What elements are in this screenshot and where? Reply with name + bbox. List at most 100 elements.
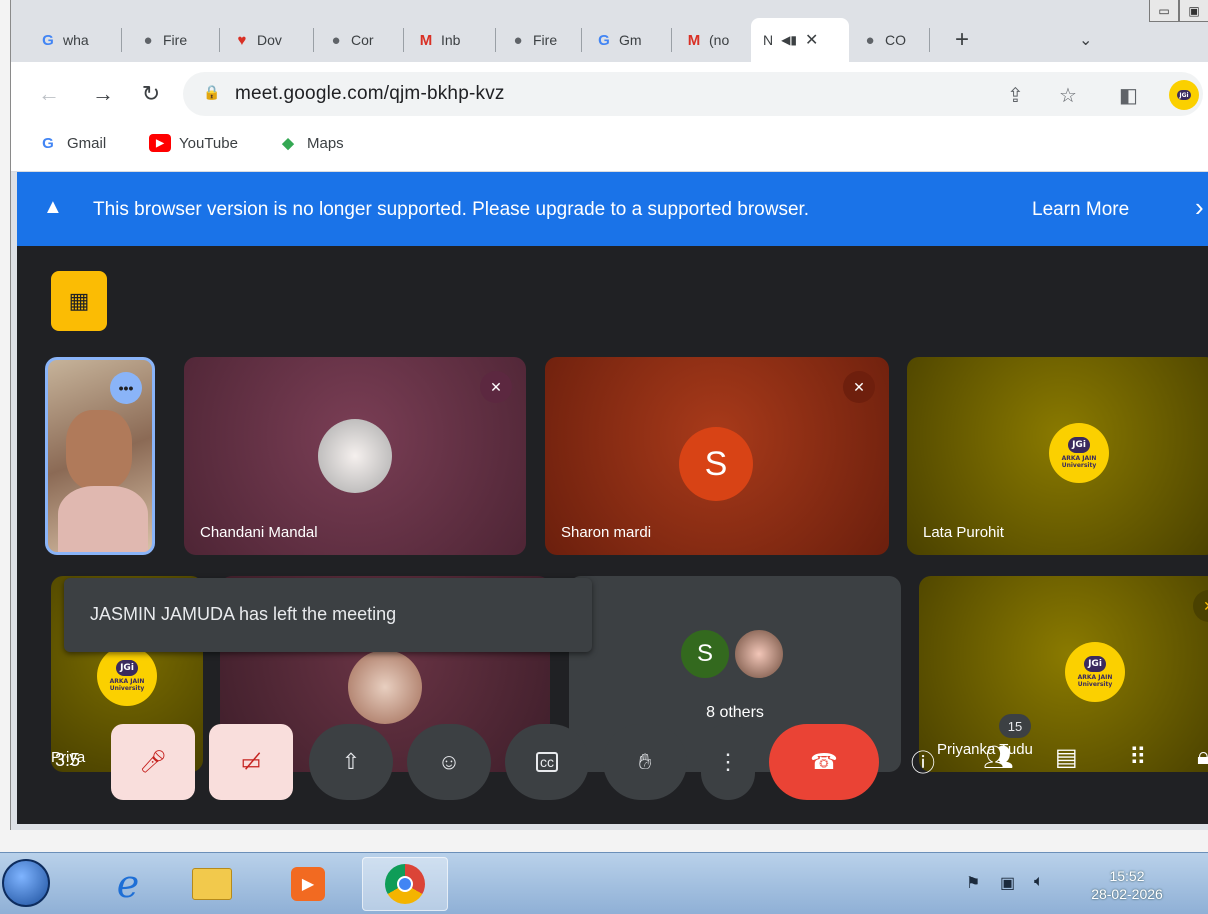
lock-icon: 🔒	[203, 84, 221, 100]
clock-time: 15:52	[1109, 868, 1145, 884]
google-icon: G	[42, 134, 54, 152]
tab-3[interactable]: ♥ Dov	[225, 18, 282, 62]
back-arrow-icon[interactable]: ←	[31, 76, 67, 112]
action-center-flag-icon[interactable]: ⚑	[966, 873, 980, 893]
tab-2[interactable]: ● Fire	[131, 18, 187, 62]
tab-meet-active[interactable]: N ◀▮ ✕	[751, 18, 849, 62]
chat-icon[interactable]: ▤	[1055, 743, 1078, 772]
desktop: Gwha ● Fire ♥ Dov ● Cor M Inb ● Fire G Gm M (no…	[0, 0, 1208, 914]
tab-1[interactable]: Gwha	[31, 18, 89, 62]
people-icon[interactable]: 👥︎	[983, 743, 1013, 772]
learn-more-link[interactable]: Learn More	[1032, 199, 1129, 221]
activities-icon[interactable]: ⠿	[1129, 743, 1147, 772]
camera-off-icon: ▭̸	[240, 749, 262, 774]
jgi-logo-avatar: JGi ARKA JAIN University	[97, 646, 157, 706]
explorer-taskbar-button[interactable]	[174, 857, 250, 911]
captions-icon: cc	[536, 752, 558, 772]
hide-tiles-button[interactable]: ▦	[51, 271, 107, 331]
bookmark-star-icon[interactable]: ☆	[1059, 83, 1077, 108]
maps-icon: ◆	[282, 135, 294, 152]
raise-hand-icon: ✋︎	[638, 749, 652, 774]
media-taskbar-button[interactable]: ▶	[270, 857, 346, 911]
raise-hand-button[interactable]: ✋︎	[603, 724, 687, 800]
chrome-icon: ●	[143, 31, 153, 49]
tab-5[interactable]: M Inb	[409, 18, 461, 62]
mic-off-icon: ✕	[480, 371, 512, 403]
chevron-right-icon[interactable]: ›	[1195, 192, 1204, 223]
bookmark-maps[interactable]: ◆ Maps	[277, 134, 343, 153]
minimize-button[interactable]: ▭	[1149, 0, 1179, 22]
others-avatar-letter: S	[679, 628, 731, 680]
host-controls-icon[interactable]: 🔒︎	[1197, 743, 1208, 771]
windows-taskbar: e ▶ ⚑ ▣ 🔈︎ 15:52 28-02-2026	[0, 852, 1208, 914]
participant-avatar-photo	[348, 650, 422, 724]
leave-call-button[interactable]: ☎︎	[769, 724, 879, 800]
internet-explorer-taskbar-button[interactable]: e	[90, 857, 166, 911]
heart-icon: ♥	[237, 31, 247, 49]
participant-avatar-letter: S	[679, 427, 753, 501]
maximize-button[interactable]: ▣	[1179, 0, 1208, 22]
no-video-grid-icon: ▦	[68, 288, 90, 313]
close-tab-icon[interactable]: ✕	[805, 30, 818, 50]
bookmark-youtube[interactable]: ▶ YouTube	[149, 134, 238, 152]
unsupported-browser-banner: ▲ This browser version is no longer supp…	[17, 172, 1208, 246]
side-panel-icon[interactable]: ◧	[1119, 83, 1138, 108]
forward-arrow-icon[interactable]: →	[85, 76, 121, 112]
info-icon[interactable]: ⓘ	[911, 743, 935, 778]
speaker-icon: ◀▮	[781, 33, 797, 47]
google-icon: G	[42, 31, 54, 49]
tab-7[interactable]: G Gm	[587, 18, 641, 62]
tab-search-chevron-icon[interactable]: ⌄	[1071, 18, 1092, 62]
bookmarks-bar: G Gmail ▶ YouTube ◆ Maps	[11, 126, 1208, 172]
google-icon: G	[598, 31, 610, 49]
media-player-icon: ▶	[291, 867, 325, 901]
share-icon[interactable]: ⇪	[1007, 83, 1024, 108]
bookmark-gmail[interactable]: G Gmail	[37, 134, 106, 152]
participant-name: Chandani Mandal	[200, 524, 318, 541]
emoji-button[interactable]: ☺	[407, 724, 491, 800]
chrome-icon	[385, 864, 425, 904]
camera-toggle-button[interactable]: ▭̸	[209, 724, 293, 800]
youtube-icon: ▶	[149, 134, 171, 152]
people-count-badge: 15	[999, 714, 1031, 738]
window-controls: ▭ ▣	[1149, 0, 1208, 26]
tab-8[interactable]: M (no	[677, 18, 729, 62]
taskbar-clock[interactable]: 15:52 28-02-2026	[1082, 867, 1172, 903]
left-meeting-toast: JASMIN JAMUDA has left the meeting	[64, 578, 592, 652]
browser-toolbar: ← → ↻ 🔒 meet.google.com/qjm-bkhp-kvz ⇪ ☆…	[11, 62, 1208, 126]
jgi-logo-avatar: JGi ARKA JAIN University	[1049, 423, 1109, 483]
mic-off-icon: ✕	[1193, 590, 1208, 622]
present-button[interactable]: ⇧	[309, 724, 393, 800]
tab-4[interactable]: ● Cor	[319, 18, 373, 62]
mic-off-icon: ✕	[843, 371, 875, 403]
address-bar[interactable]: 🔒 meet.google.com/qjm-bkhp-kvz ⇪ ☆ ◧ JGi	[183, 72, 1203, 116]
url-text[interactable]: meet.google.com/qjm-bkhp-kvz	[235, 83, 505, 105]
warning-icon: ▲	[43, 196, 63, 218]
captions-button[interactable]: cc	[505, 724, 589, 800]
new-tab-button[interactable]: +	[947, 18, 969, 62]
others-count: 8 others	[706, 704, 764, 721]
participant-tile-lata: JGi ARKA JAIN University Lata Purohit	[907, 357, 1208, 555]
chrome-icon: ●	[513, 31, 523, 49]
more-options-button[interactable]: ⋮	[701, 724, 755, 800]
chrome-window: Gwha ● Fire ♥ Dov ● Cor M Inb ● Fire G Gm M (no…	[10, 0, 1208, 830]
self-face	[66, 410, 132, 490]
mic-off-icon: 🎤︎	[139, 749, 167, 774]
mic-toggle-button[interactable]: 🎤︎	[111, 724, 195, 800]
clock-date: 28-02-2026	[1091, 886, 1163, 902]
reload-icon[interactable]: ↻	[133, 76, 169, 112]
network-icon[interactable]: ▣	[1000, 873, 1015, 893]
volume-icon[interactable]: 🔈︎	[1034, 873, 1044, 891]
start-button[interactable]	[2, 859, 50, 907]
jgi-logo-avatar: JGi ARKA JAIN University	[1065, 642, 1125, 702]
more-options-icon[interactable]: •••	[110, 372, 142, 404]
hang-up-icon: ☎︎	[810, 749, 838, 774]
profile-avatar[interactable]: JGi	[1169, 80, 1199, 110]
participant-name: Lata Purohit	[923, 524, 1004, 541]
tab-10[interactable]: ● CO	[853, 18, 906, 62]
present-screen-icon: ⇧	[341, 749, 361, 774]
folder-icon	[192, 868, 232, 900]
tab-6[interactable]: ● Fire	[501, 18, 557, 62]
self-body	[58, 486, 148, 552]
chrome-taskbar-button[interactable]	[362, 857, 448, 911]
